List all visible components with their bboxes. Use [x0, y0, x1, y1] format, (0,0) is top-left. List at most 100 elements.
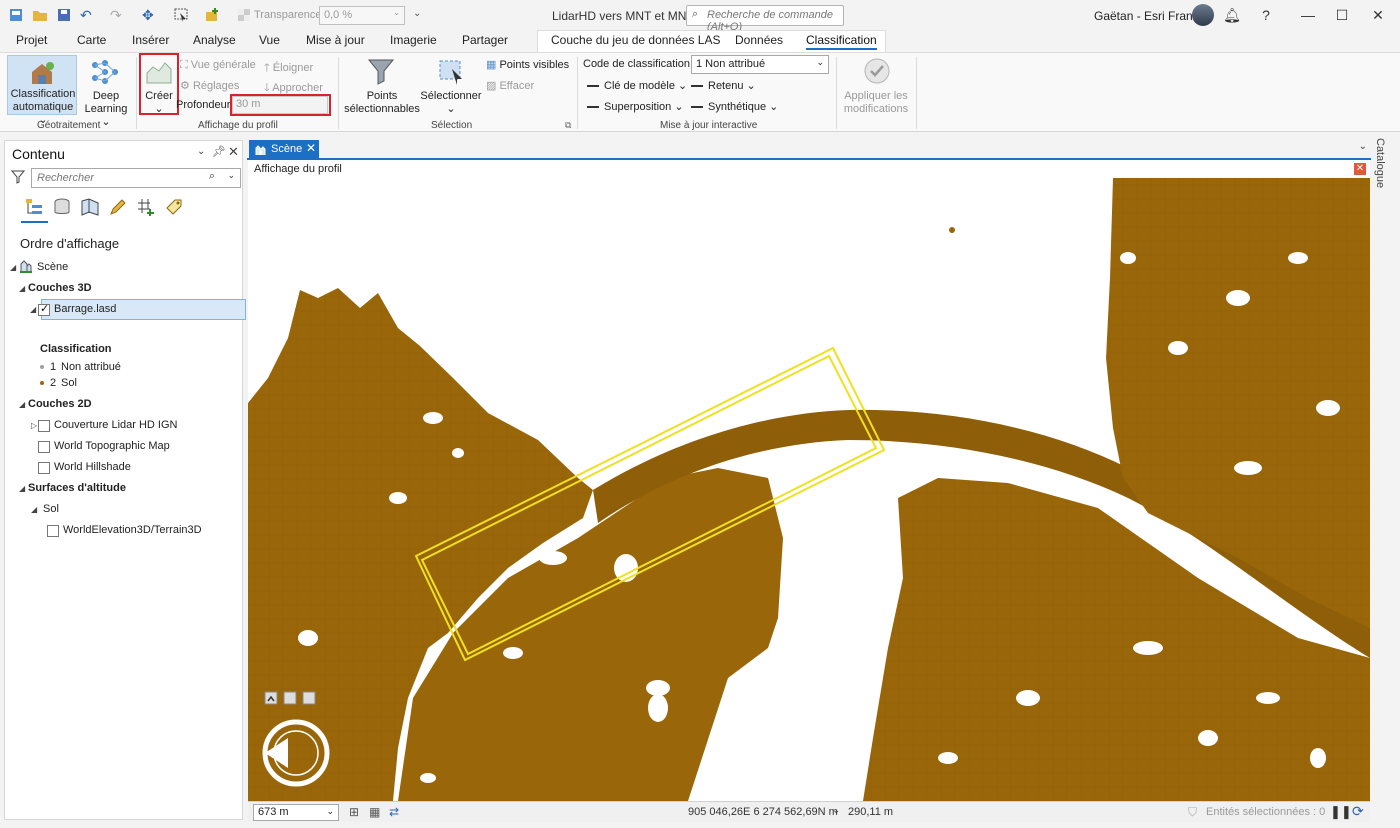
tree-las-layer[interactable]: Barrage.lasd — [54, 303, 116, 315]
visible-points-button[interactable]: ▦ Points visibles — [486, 58, 569, 71]
launcher-icon[interactable]: ⧉ — [565, 120, 571, 131]
customize-toolbar-icon[interactable]: ⌄ — [413, 8, 421, 19]
layer-visibility-checkbox[interactable] — [38, 441, 50, 453]
maximize-button[interactable]: ☐ — [1332, 5, 1352, 25]
tab-classification[interactable]: Classification — [806, 33, 877, 50]
overlap-button[interactable]: Superposition ⌄ — [587, 100, 684, 113]
labeling-icon[interactable] — [164, 197, 184, 217]
close-tab-icon[interactable]: ✕ — [306, 141, 316, 155]
save-icon[interactable] — [56, 7, 72, 23]
layer-visibility-checkbox[interactable] — [38, 462, 50, 474]
scene-view[interactable] — [248, 178, 1370, 801]
point-cloud-canvas[interactable] — [248, 178, 1370, 801]
auto-classification-button[interactable]: Classification automatique ⌄ — [7, 55, 77, 126]
tab-scene[interactable]: Scène ✕ — [249, 140, 319, 160]
tree-2d-layer[interactable]: World Topographic Map — [54, 440, 170, 452]
editing-icon[interactable] — [108, 197, 128, 217]
pause-icon[interactable]: ❚❚ — [1330, 804, 1352, 820]
collapse-icon[interactable]: ◢ — [10, 263, 16, 272]
tree-scene[interactable]: Scène — [37, 261, 68, 273]
new-project-icon[interactable] — [8, 7, 24, 23]
contents-search-input[interactable]: Rechercher ⌕ ⌄ — [31, 168, 241, 188]
withheld-button[interactable]: Retenu ⌄ — [691, 79, 756, 92]
open-folder-icon[interactable] — [32, 7, 48, 23]
tab-imagerie[interactable]: Imagerie — [390, 33, 437, 47]
close-pane-icon[interactable]: ✕ — [228, 144, 239, 160]
tree-3d-layers[interactable]: Couches 3D — [28, 282, 92, 294]
tree-ground[interactable]: Sol — [43, 503, 59, 515]
tab-donnees[interactable]: Données — [735, 33, 783, 47]
transparency-input[interactable]: 0,0 % ⌄ — [319, 6, 405, 25]
add-layout-icon[interactable]: ⊞ — [349, 805, 359, 819]
selection-list-icon[interactable] — [80, 197, 100, 217]
settings-button[interactable]: ⚙︎ Réglages — [180, 79, 239, 92]
close-button[interactable]: ✕ — [1368, 5, 1388, 25]
class-code-dropdown[interactable]: 1 Non attribué ⌄ — [691, 55, 829, 74]
tab-vue[interactable]: Vue — [259, 33, 280, 47]
select-cursor-icon — [439, 60, 462, 85]
select-icon[interactable] — [173, 7, 189, 23]
group-label-selection: Sélection — [431, 120, 473, 131]
filter-icon[interactable] — [11, 170, 25, 184]
catalog-side-tab[interactable]: Catalogue — [1374, 138, 1396, 258]
select-button[interactable]: Sélectionner ⌄ — [420, 55, 482, 115]
snapping-icon[interactable] — [136, 197, 156, 217]
drawing-order-icon[interactable] — [24, 197, 44, 217]
redo-icon[interactable]: ↷ — [110, 7, 126, 23]
model-key-button[interactable]: Clé de modèle ⌄ — [587, 79, 687, 92]
pane-options-icon[interactable]: ⌄ — [197, 146, 205, 157]
deep-learning-button[interactable]: Deep Learning ⌄ — [80, 55, 132, 128]
tree-2d-layer[interactable]: World Hillshade — [54, 461, 131, 473]
tree-2d-layer[interactable]: Couverture Lidar HD IGN — [54, 419, 178, 431]
navigation-tool-icon[interactable]: ⇄ — [389, 805, 399, 819]
tree-elevation-surfaces[interactable]: Surfaces d'altitude — [28, 482, 126, 494]
scale-dropdown[interactable]: 673 m ⌄ — [253, 804, 339, 821]
tree-2d-layers[interactable]: Couches 2D — [28, 398, 92, 410]
collapse-icon[interactable]: ◢ — [19, 484, 25, 493]
pin-icon[interactable]: 📌︎ — [212, 145, 226, 158]
tab-carte[interactable]: Carte — [77, 33, 106, 47]
layer-visibility-checkbox[interactable] — [47, 525, 59, 537]
line-icon — [587, 85, 599, 88]
apply-edits-button[interactable]: Appliquer les modifications — [840, 55, 912, 115]
clear-selection-button[interactable]: ▨ Effacer — [486, 79, 534, 92]
ribbon-tabs: Projet Carte Insérer Analyse Vue Mise à … — [0, 30, 1400, 52]
tab-partager[interactable]: Partager — [462, 33, 508, 47]
add-data-icon[interactable] — [204, 7, 220, 23]
selectable-points-button[interactable]: Points sélectionnables — [344, 55, 420, 115]
undo-icon[interactable]: ↶ — [80, 7, 96, 23]
grid-icon[interactable]: ▦ — [369, 805, 380, 819]
move-away-button[interactable]: 🡑 Éloigner — [264, 59, 313, 78]
profile-view-title: Affichage du profil — [254, 163, 342, 175]
collapse-icon[interactable]: ◢ — [19, 400, 25, 409]
help-icon[interactable]: ? — [1256, 5, 1276, 25]
layer-visibility-checkbox[interactable] — [38, 302, 50, 316]
coord-format-icon[interactable]: ⌄ — [832, 805, 840, 816]
tab-list-icon[interactable]: ⌄ — [1359, 141, 1367, 152]
synthetic-button[interactable]: Synthétique ⌄ — [691, 100, 778, 113]
overview-button[interactable]: ⛶ Vue générale — [180, 59, 256, 72]
layer-visibility-checkbox[interactable] — [38, 420, 50, 432]
user-name[interactable]: Gaëtan - Esri France — [1094, 9, 1205, 23]
tree-terrain[interactable]: WorldElevation3D/Terrain3D — [63, 524, 202, 536]
command-search-input[interactable]: ⌕ Recherche de commande (Alt+Q) — [686, 5, 844, 33]
contents-pane: Contenu ⌄ 📌︎ ✕ Rechercher ⌕ ⌄ Ordre d'affi… — [4, 140, 246, 820]
collapse-icon[interactable]: ◢ — [30, 305, 36, 314]
refresh-icon[interactable]: ⟳ — [1352, 803, 1364, 820]
class-color-dot — [40, 365, 44, 369]
data-source-icon[interactable] — [52, 197, 72, 217]
catalog-label: Catalogue — [1374, 138, 1386, 189]
minimize-button[interactable]: — — [1298, 5, 1318, 25]
tab-inserer[interactable]: Insérer — [132, 33, 169, 47]
tab-mise-a-jour[interactable]: Mise à jour — [306, 33, 365, 47]
tab-las-layer[interactable]: Couche du jeu de données LAS — [551, 33, 720, 47]
bell-icon[interactable]: 🔔︎ — [1222, 5, 1242, 25]
collapse-icon[interactable]: ◢ — [31, 505, 37, 514]
tab-projet[interactable]: Projet — [16, 33, 47, 47]
expand-icon[interactable]: ▷ — [31, 421, 37, 430]
collapse-icon[interactable]: ◢ — [19, 284, 25, 293]
close-profile-icon[interactable]: ✕ — [1354, 163, 1366, 175]
tab-analyse[interactable]: Analyse — [193, 33, 236, 47]
avatar[interactable] — [1192, 4, 1214, 26]
navigate-icon[interactable]: ✥ — [142, 7, 158, 23]
